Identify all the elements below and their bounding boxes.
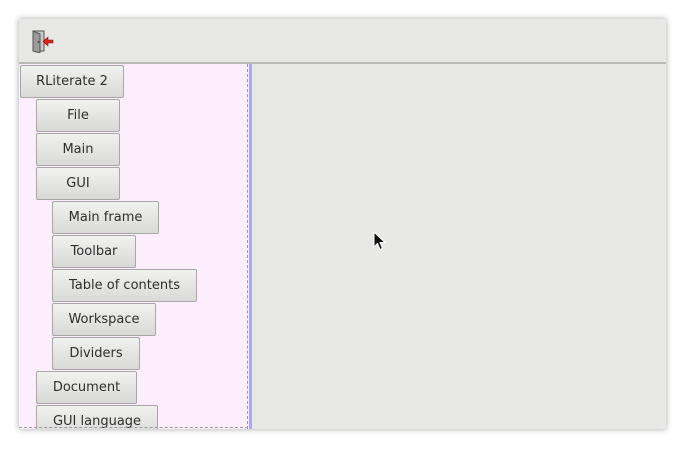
toc-drop-outline-bottom (19, 427, 248, 428)
toc-item-gui[interactable]: GUI (36, 167, 120, 200)
main-window: RLiterate 2 File Main GUI Main frame Too… (19, 19, 666, 429)
toc-item-toolbar[interactable]: Toolbar (52, 235, 136, 268)
toolbar (19, 19, 666, 64)
toc-item-main-frame[interactable]: Main frame (52, 201, 159, 234)
mouse-pointer-icon (373, 231, 387, 251)
table-of-contents: RLiterate 2 File Main GUI Main frame Too… (19, 64, 249, 429)
toc-item-dividers[interactable]: Dividers (52, 337, 140, 370)
toc-item-rliterate-2[interactable]: RLiterate 2 (20, 65, 124, 98)
toc-item-workspace[interactable]: Workspace (52, 303, 156, 336)
toc-item-gui-language[interactable]: GUI language (36, 405, 158, 429)
workspace[interactable] (252, 64, 666, 429)
toc-item-table-of-contents[interactable]: Table of contents (52, 269, 197, 302)
toc-drop-outline-right (247, 64, 248, 429)
quit-button[interactable] (29, 28, 55, 54)
toc-item-file[interactable]: File (36, 99, 120, 132)
toc-item-document[interactable]: Document (36, 371, 137, 404)
door-exit-icon (32, 30, 54, 53)
toc-item-main[interactable]: Main (36, 133, 120, 166)
